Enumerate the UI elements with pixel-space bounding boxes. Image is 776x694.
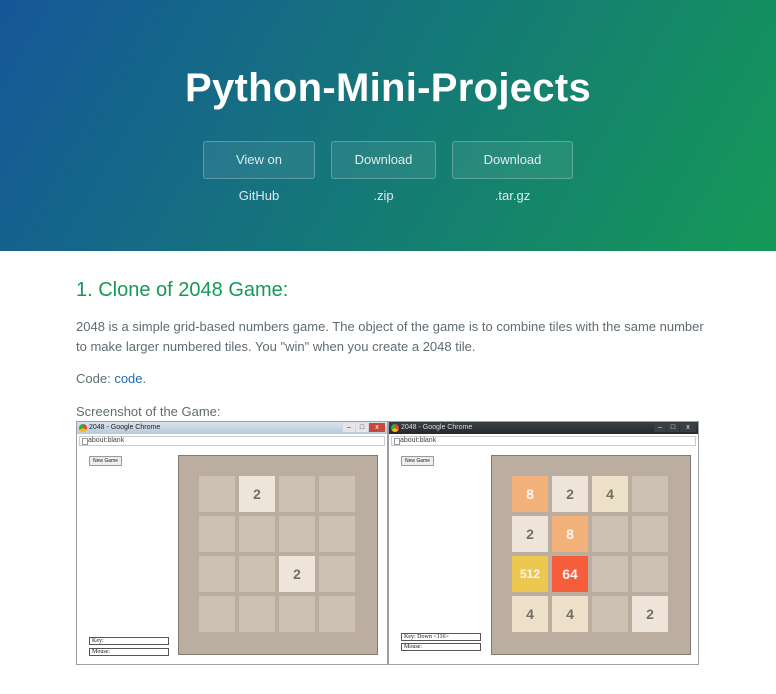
game-board: 22 <box>178 455 378 655</box>
tile-2: 2 <box>552 476 588 512</box>
new-game-button: New Game <box>89 456 123 466</box>
window-title: 2048 - Google Chrome <box>401 424 473 431</box>
empty-tile <box>239 556 275 592</box>
empty-tile <box>319 556 355 592</box>
empty-tile <box>279 476 315 512</box>
empty-tile <box>199 516 235 552</box>
empty-tile <box>592 556 628 592</box>
empty-tile <box>199 596 235 632</box>
window-titlebar: 2048 - Google Chrome – □ x <box>389 422 698 434</box>
code-link[interactable]: code <box>114 371 142 386</box>
header-buttons: View on GitHub Download .zip Download .t… <box>0 141 776 203</box>
screenshot-window-left: 2048 - Google Chrome – □ x about:blank New… <box>76 421 388 665</box>
maximize-icon: □ <box>356 423 368 432</box>
empty-tile <box>319 476 355 512</box>
tile-64: 64 <box>552 556 588 592</box>
chrome-icon <box>391 424 399 432</box>
screenshot-caption: Screenshot of the Game: <box>76 404 221 419</box>
address-bar: about:blank <box>391 436 696 446</box>
tile-4: 4 <box>512 596 548 632</box>
window-controls: – □ x <box>654 423 696 432</box>
empty-tile <box>632 516 668 552</box>
screenshot-window-right: 2048 - Google Chrome – □ x about:blank New… <box>388 421 699 665</box>
close-icon: x <box>680 423 696 432</box>
mouse-field: Mouse: <box>401 643 481 651</box>
empty-tile <box>239 596 275 632</box>
window-titlebar: 2048 - Google Chrome – □ x <box>77 422 387 434</box>
download-tar-button[interactable]: Download .tar.gz <box>452 141 573 203</box>
tile-4: 4 <box>552 596 588 632</box>
game-board: 8 2 4 2 8 512 64 4 4 2 <box>491 455 691 655</box>
mouse-field: Mouse: <box>89 648 169 656</box>
window-controls: – □ x <box>343 423 385 432</box>
tile-2: 2 <box>632 596 668 632</box>
minimize-icon: – <box>654 423 666 432</box>
view-on-github-button[interactable]: View on GitHub <box>203 141 315 203</box>
project-title: Python-Mini-Projects <box>184 66 592 110</box>
game-screenshot: 2048 - Google Chrome – □ x about:blank New… <box>76 421 699 665</box>
tile-8: 8 <box>512 476 548 512</box>
tile-512: 512 <box>512 556 548 592</box>
close-icon: x <box>369 423 385 432</box>
empty-tile <box>199 556 235 592</box>
empty-tile <box>319 516 355 552</box>
page-header: Python-Mini-Projects View on GitHub Down… <box>0 0 776 251</box>
empty-tile <box>279 516 315 552</box>
window-title: 2048 - Google Chrome <box>89 424 161 431</box>
address-bar: about:blank <box>79 436 385 446</box>
section-heading: 1. Clone of 2048 Game: <box>76 279 289 301</box>
tile-2: 2 <box>512 516 548 552</box>
code-suffix: . <box>142 371 147 386</box>
new-game-button: New Game <box>401 456 435 466</box>
code-paragraph: Code: code. <box>76 369 146 389</box>
description-paragraph: 2048 is a simple grid-based numbers game… <box>76 319 704 354</box>
maximize-icon: □ <box>667 423 679 432</box>
code-prefix: Code: <box>76 371 115 386</box>
key-field: Key: Down <116> <box>401 633 481 641</box>
empty-tile <box>592 596 628 632</box>
empty-tile <box>199 476 235 512</box>
tile-8: 8 <box>552 516 588 552</box>
empty-tile <box>592 516 628 552</box>
empty-tile <box>239 516 275 552</box>
chrome-icon <box>79 424 87 432</box>
tile-2: 2 <box>239 476 275 512</box>
tile-2: 2 <box>279 556 315 592</box>
empty-tile <box>279 596 315 632</box>
tile-4: 4 <box>592 476 628 512</box>
empty-tile <box>632 556 668 592</box>
key-field: Key: <box>89 637 169 645</box>
empty-tile <box>319 596 355 632</box>
minimize-icon: – <box>343 423 355 432</box>
empty-tile <box>632 476 668 512</box>
download-zip-button[interactable]: Download .zip <box>331 141 436 203</box>
